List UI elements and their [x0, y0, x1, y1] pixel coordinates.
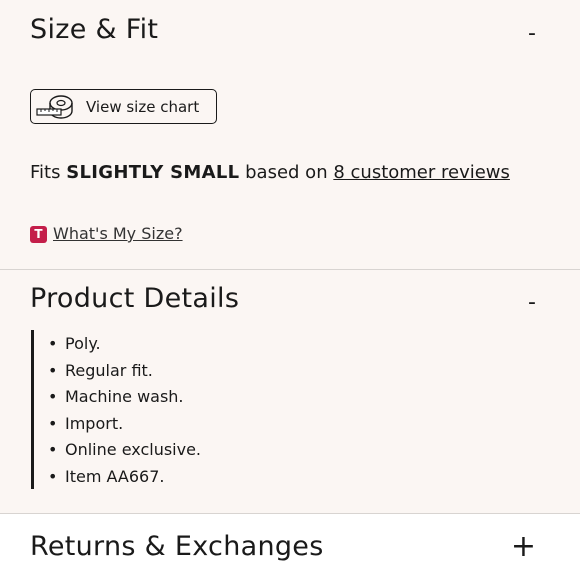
list-item: Online exclusive. [48, 440, 201, 467]
whats-my-size-link[interactable]: What's My Size? [53, 224, 183, 243]
view-size-chart-button[interactable]: View size chart [30, 89, 217, 124]
fit-summary: Fits SLIGHTLY SMALL based on 8 customer … [30, 162, 510, 183]
list-item: Machine wash. [48, 387, 201, 414]
fit-middle: based on [245, 162, 328, 183]
view-size-chart-label: View size chart [86, 98, 200, 116]
fit-value: SLIGHTLY SMALL [66, 162, 240, 183]
details-quote-bar [31, 330, 34, 489]
size-fit-collapse-toggle[interactable]: - [528, 23, 536, 45]
product-details-heading[interactable]: Product Details [30, 283, 239, 314]
tape-measure-icon [36, 95, 73, 119]
product-details-collapse-toggle[interactable]: - [528, 292, 536, 314]
returns-expand-toggle[interactable]: + [511, 532, 536, 562]
customer-reviews-link[interactable]: 8 customer reviews [333, 162, 510, 183]
returns-exchanges-section: Returns & Exchanges + [0, 514, 580, 580]
size-fit-heading[interactable]: Size & Fit [30, 14, 158, 45]
fit-prefix: Fits [30, 162, 61, 183]
returns-exchanges-heading[interactable]: Returns & Exchanges [30, 531, 324, 562]
product-details-list: Poly. Regular fit. Machine wash. Import.… [48, 334, 201, 493]
list-item: Item AA667. [48, 467, 201, 494]
size-fit-section: Size & Fit - View size chart Fits SLIGHT… [0, 0, 580, 269]
t-badge-icon: T [30, 226, 47, 243]
product-info-accordion: Size & Fit - View size chart Fits SLIGHT… [0, 0, 580, 580]
list-item: Regular fit. [48, 361, 201, 388]
list-item: Poly. [48, 334, 201, 361]
list-item: Import. [48, 414, 201, 441]
